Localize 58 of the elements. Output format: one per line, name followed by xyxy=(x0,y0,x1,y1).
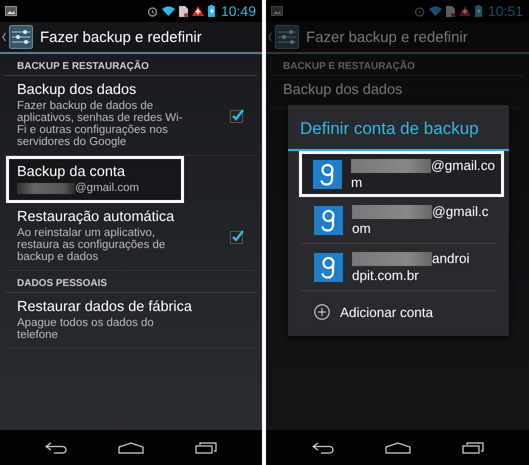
checkbox[interactable] xyxy=(230,108,245,122)
settings-item[interactable]: Backup da conta @gmail.com xyxy=(6,156,184,203)
home-icon[interactable] xyxy=(384,442,410,454)
screen-title: Fazer backup e redefinir xyxy=(306,28,468,46)
item-title: Backup dos dados xyxy=(283,82,404,98)
account-item[interactable]: androi dpit.com.br xyxy=(300,244,497,291)
back-caret-icon[interactable] xyxy=(2,32,6,42)
status-time: 10:49 xyxy=(220,3,256,19)
item-title: Restauração automática xyxy=(17,209,176,225)
item-summary: Ao reinstalar um aplicativo, restaura as configurações de backup e dados xyxy=(17,227,166,263)
account-address: m xyxy=(351,174,364,191)
picture-icon xyxy=(5,6,17,16)
warning-icon xyxy=(192,6,204,16)
account-address: @gmail.c xyxy=(432,203,488,220)
alarm-icon xyxy=(146,6,158,16)
recent-apps-icon[interactable] xyxy=(194,442,217,454)
settings-item[interactable]: Restaurar dados de fábrica Apague todos os dados do telefone xyxy=(5,293,257,349)
item-title: Backup dos dados xyxy=(17,82,138,98)
warning-icon xyxy=(458,6,471,16)
status-time: 10:51 xyxy=(488,3,523,19)
picture-icon xyxy=(271,6,283,16)
account-address: om xyxy=(352,220,372,237)
home-icon[interactable] xyxy=(118,442,144,454)
google-account-icon xyxy=(314,252,343,282)
battery-icon xyxy=(208,5,215,17)
section-header: BACKUP E RESTAURAÇÃO xyxy=(5,54,257,76)
section-header: DADOS PESSOAIS xyxy=(5,271,257,293)
recent-apps-icon[interactable] xyxy=(462,442,484,454)
add-account-label: Adicionar conta xyxy=(340,304,434,320)
sliders-icon[interactable] xyxy=(9,25,33,49)
back-icon[interactable] xyxy=(312,442,334,454)
account-address: dpit.com.br xyxy=(352,267,420,284)
sliders-icon[interactable] xyxy=(275,25,299,49)
sim-card-icon xyxy=(446,6,455,16)
battery-icon xyxy=(474,5,482,17)
item-summary: Fazer backup de dados de aplicativos, senhas de redes Wi-Fi e outras configurações nos servidores do Google xyxy=(17,100,184,148)
account-address: @gmail.co xyxy=(431,157,495,174)
google-account-icon xyxy=(313,160,342,188)
account-address: androi xyxy=(432,250,470,267)
checkbox[interactable] xyxy=(230,228,245,244)
settings-item[interactable]: Restauração automática Ao reinstalar um aplicativo, restaura as configurações de backup e dados xyxy=(5,203,257,271)
wifi-icon xyxy=(162,6,175,16)
wifi-icon xyxy=(428,6,442,16)
google-account-icon xyxy=(314,206,343,234)
plus-icon xyxy=(314,304,330,320)
back-icon[interactable] xyxy=(45,442,68,454)
section-header: BACKUP E RESTAURAÇÃO xyxy=(271,54,524,76)
item-summary: @gmail.com xyxy=(75,182,140,194)
sim-card-icon xyxy=(178,6,188,16)
screen-title: Fazer backup e redefinir xyxy=(40,28,202,46)
account-item[interactable]: @gmail.co m xyxy=(299,151,504,197)
item-title: Restaurar dados de fábrica xyxy=(17,299,193,315)
item-title: Backup da conta xyxy=(17,164,126,180)
alarm-icon xyxy=(414,6,425,16)
add-account-item[interactable]: Adicionar conta xyxy=(288,291,509,332)
redacted-block xyxy=(17,182,75,194)
account-item[interactable]: @gmail.c om xyxy=(300,197,497,244)
item-summary: Apague todos os dados do telefone xyxy=(17,317,155,341)
